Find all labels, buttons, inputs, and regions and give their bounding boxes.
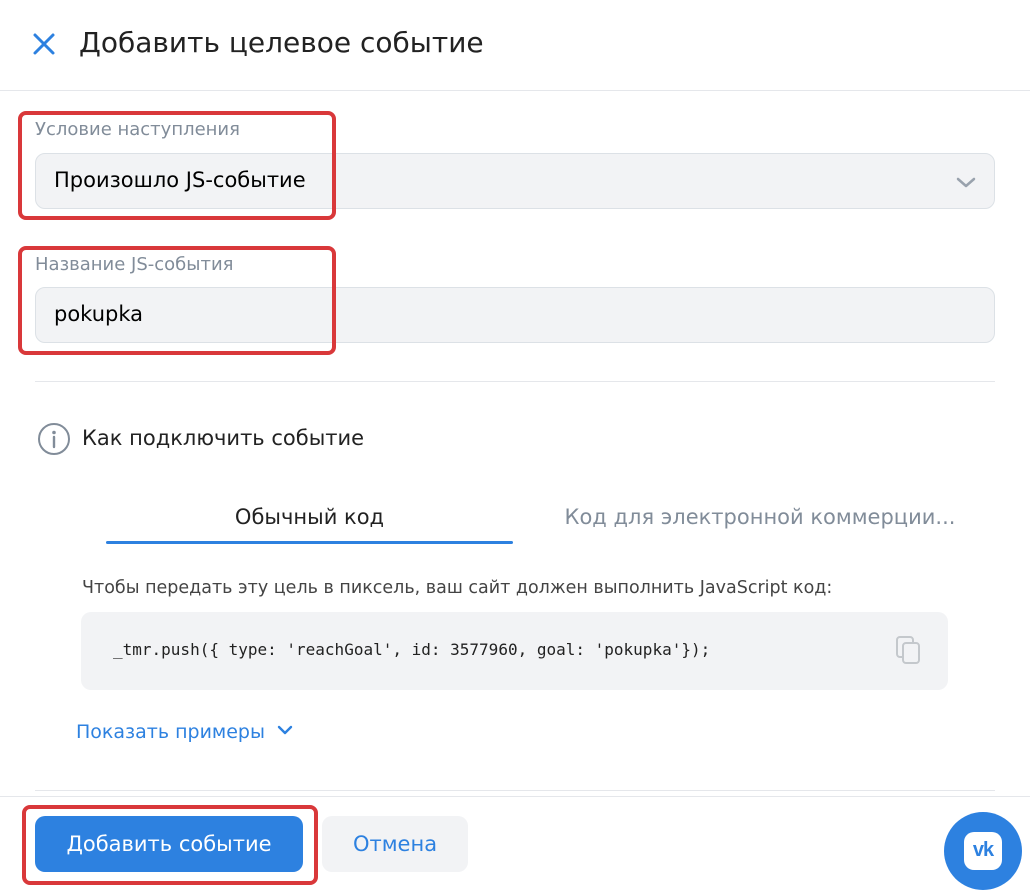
modal-header: Добавить целевое событие (0, 0, 1030, 91)
vk-logo-text: vk (972, 839, 994, 861)
page-title: Добавить целевое событие (79, 26, 484, 59)
js-event-label: Название JS-события (35, 254, 234, 275)
section-divider (35, 381, 995, 382)
chevron-down-icon (275, 720, 295, 740)
show-examples-link[interactable]: Показать примеры (76, 720, 295, 743)
code-snippet[interactable]: _tmr.push({ type: 'reachGoal', id: 35779… (113, 640, 710, 659)
info-icon (37, 422, 71, 456)
vk-logo-icon[interactable]: vk (944, 812, 1022, 890)
condition-label: Условие наступления (35, 119, 240, 140)
code-block: _tmr.push({ type: 'reachGoal', id: 35779… (81, 612, 948, 690)
code-description: Чтобы передать эту цель в пиксель, ваш с… (82, 578, 833, 598)
vk-logo-badge: vk (964, 832, 1002, 870)
js-event-input[interactable]: pokupka (35, 287, 995, 343)
tab-active-indicator (106, 541, 513, 544)
content-bottom-divider (35, 790, 995, 791)
add-event-button[interactable]: Добавить событие (35, 816, 303, 872)
copy-icon[interactable] (894, 635, 924, 667)
footer-divider (0, 796, 1030, 797)
condition-select[interactable]: Произошло JS-событие (35, 153, 995, 209)
chevron-down-icon (954, 170, 978, 194)
condition-select-value: Произошло JS-событие (54, 168, 306, 192)
how-to-title: Как подключить событие (82, 426, 365, 450)
tab-regular-code[interactable]: Обычный код (106, 505, 513, 529)
show-examples-label: Показать примеры (76, 721, 265, 743)
tab-ecommerce-code[interactable]: Код для электронной коммерции... (513, 505, 1007, 529)
close-icon[interactable] (30, 28, 58, 60)
cancel-button[interactable]: Отмена (322, 816, 468, 872)
js-event-input-value: pokupka (54, 302, 143, 326)
